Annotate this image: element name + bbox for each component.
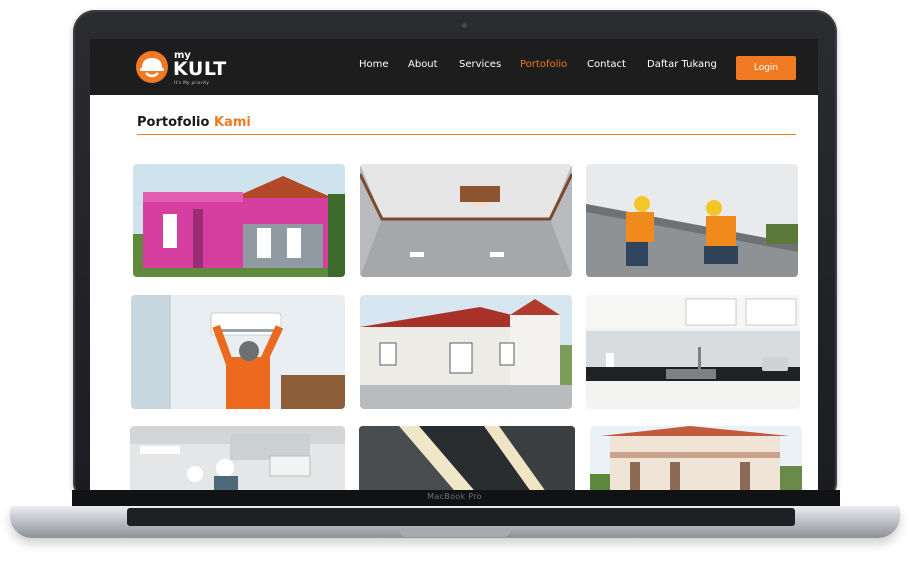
section-title-accent: Kami: [213, 115, 251, 130]
gallery-item-two-story-house[interactable]: [590, 426, 802, 491]
keyboard-edge: [127, 508, 795, 526]
title-divider: [137, 134, 796, 135]
pink-house-photo: [133, 164, 345, 277]
kitchen-photo: [586, 295, 800, 409]
ac-technician-photo: [131, 295, 345, 409]
nav-contact[interactable]: Contact: [587, 59, 626, 70]
gallery-item-ceiling[interactable]: [360, 164, 572, 277]
nav-about[interactable]: About: [408, 59, 438, 70]
lid-notch: [400, 530, 510, 537]
laptop-screen: my KULT It's My priority Home About Serv…: [90, 39, 818, 491]
section-title: Portofolio Kami: [137, 115, 251, 130]
site-logo[interactable]: my KULT It's My priority: [136, 50, 236, 85]
ceiling-photo: [360, 164, 572, 277]
nav-daftar-tukang[interactable]: Daftar Tukang: [647, 59, 717, 70]
white-houses-photo: [360, 295, 572, 409]
section-title-main: Portofolio: [137, 115, 210, 130]
gallery-item-ceiling-lighting[interactable]: [359, 426, 575, 491]
logo-name: KULT: [173, 58, 227, 80]
roof-workers-photo: [586, 164, 798, 277]
nav-portofolio[interactable]: Portofolio: [520, 59, 567, 70]
logo-helmet-icon: [136, 51, 168, 83]
logo-tagline: It's My priority: [174, 80, 210, 85]
gallery-item-ac-technician[interactable]: [131, 295, 345, 409]
gallery-item-white-houses[interactable]: [360, 295, 572, 409]
ceiling-lighting-photo: [359, 426, 575, 491]
two-story-house-photo: [590, 426, 802, 491]
nav-services[interactable]: Services: [459, 59, 501, 70]
camera-icon: [462, 23, 467, 28]
nav-home[interactable]: Home: [359, 59, 389, 70]
ac-installation-photo: [130, 426, 345, 491]
device-model-label: MacBook Pro: [427, 492, 482, 501]
navbar: my KULT It's My priority Home About Serv…: [90, 39, 818, 95]
gallery-item-pink-house[interactable]: [133, 164, 345, 277]
gallery-item-kitchen[interactable]: [586, 295, 800, 409]
gallery-item-roof-workers[interactable]: [586, 164, 798, 277]
gallery-item-ac-installation[interactable]: [130, 426, 345, 491]
login-button[interactable]: Login: [736, 56, 796, 80]
